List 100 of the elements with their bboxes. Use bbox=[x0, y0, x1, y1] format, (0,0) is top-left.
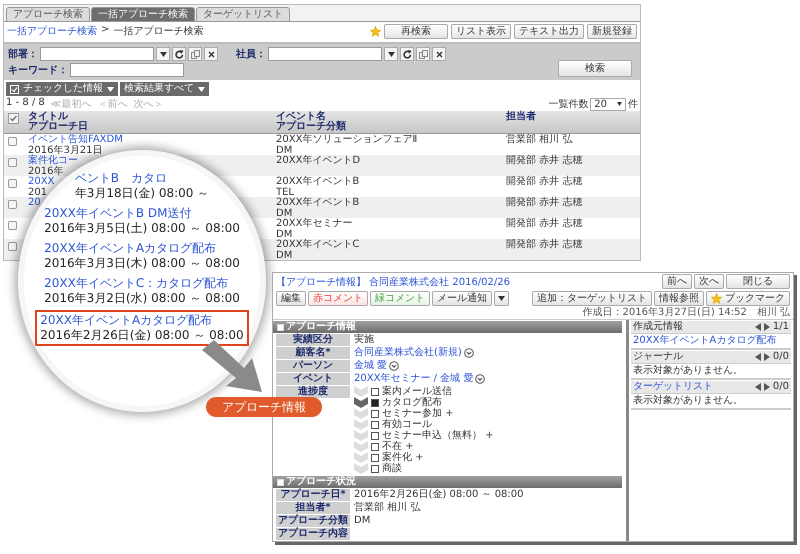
panel-title[interactable]: ターゲットリスト bbox=[633, 381, 713, 393]
select-all-checkbox[interactable] bbox=[8, 113, 19, 124]
toolbar-button[interactable]: 新規登録 bbox=[587, 24, 637, 39]
panel-title: 作成元情報 bbox=[633, 321, 683, 333]
filter-label: 部署： bbox=[8, 48, 38, 61]
copy-icon bbox=[418, 50, 428, 58]
chevron-icon bbox=[354, 452, 368, 463]
comment-button[interactable]: 赤コメント bbox=[308, 291, 368, 306]
star-icon[interactable] bbox=[370, 26, 381, 37]
title-link[interactable]: 20XX年イベントAカタログ配布 bbox=[44, 241, 216, 256]
record-title[interactable]: 【アプローチ情報】 合同産業株式会社 2016/02/26 bbox=[276, 274, 510, 288]
mail-button[interactable]: メール通知 bbox=[432, 291, 492, 306]
panel-title: ジャーナル bbox=[633, 351, 683, 363]
step-checkbox[interactable] bbox=[371, 442, 379, 450]
refresh-icon bbox=[402, 50, 412, 58]
panel-link[interactable]: 20XX年イベントAカタログ配布 bbox=[633, 335, 776, 346]
title-link[interactable]: 20XX年イベントAカタログ配布 bbox=[40, 313, 212, 328]
input-field[interactable] bbox=[268, 47, 382, 61]
title-link[interactable]: 20XX年イベントB DM送付 bbox=[44, 206, 192, 221]
menu-button[interactable]: チェックした情報 bbox=[6, 82, 118, 96]
expand-icon[interactable] bbox=[464, 348, 474, 358]
date-text: 2016年3月3日(木) 08:00 ～ 08:00 bbox=[44, 256, 240, 271]
filter-label: キーワード： bbox=[8, 64, 68, 77]
column-header: 担当者 bbox=[506, 112, 537, 122]
field-value: 営業部 相川 弘 bbox=[354, 502, 420, 514]
toolbar-button[interactable]: 追加：ターゲットリスト bbox=[532, 291, 652, 306]
field-link[interactable]: 20XX年セミナー / 金城 愛 bbox=[354, 373, 474, 385]
step-checkbox[interactable] bbox=[371, 410, 379, 418]
copy-icon bbox=[190, 50, 200, 58]
step-label: 案件化 + bbox=[382, 452, 424, 463]
bookmark-button[interactable]: ブックマーク bbox=[706, 291, 790, 306]
nav-button[interactable]: 前へ bbox=[662, 274, 692, 289]
dropdown-button[interactable] bbox=[384, 47, 398, 61]
refresh-button[interactable] bbox=[172, 47, 186, 61]
toolbar-button[interactable]: テキスト出力 bbox=[514, 24, 584, 39]
title-link[interactable]: 20XX bbox=[28, 176, 54, 187]
clear-button[interactable] bbox=[204, 47, 218, 61]
chevron-icon bbox=[354, 408, 368, 419]
input-field[interactable] bbox=[40, 47, 154, 61]
row-checkbox[interactable] bbox=[8, 158, 17, 167]
next-icon[interactable] bbox=[764, 323, 770, 331]
field-link[interactable]: 合同産業株式会社(新規) bbox=[354, 347, 462, 359]
toolbar-button[interactable]: リスト表示 bbox=[451, 24, 511, 39]
refresh-button[interactable] bbox=[400, 47, 414, 61]
step-label: 案内メール送信 bbox=[382, 386, 452, 397]
previous-icon[interactable] bbox=[754, 353, 761, 361]
previous-icon[interactable] bbox=[754, 323, 761, 331]
step-checkbox[interactable] bbox=[371, 454, 379, 462]
comment-button[interactable]: 緑コメント bbox=[370, 291, 430, 306]
toolbar-button[interactable]: 編集 bbox=[276, 291, 306, 306]
search-button[interactable]: 検索 bbox=[558, 60, 632, 77]
menu-button[interactable]: 検索結果すべて bbox=[120, 82, 209, 96]
row-checkbox[interactable] bbox=[8, 221, 17, 230]
date-text: 2016年2月26日(金) 08:00 ～ 08:00 bbox=[40, 328, 244, 343]
row-checkbox[interactable] bbox=[8, 179, 17, 188]
chevron-icon bbox=[354, 386, 368, 397]
title-link[interactable]: イベント告知FAXDM bbox=[28, 134, 123, 145]
caret-icon bbox=[388, 52, 394, 56]
step-label: 商談 bbox=[382, 463, 402, 474]
tab[interactable]: ターゲットリスト bbox=[196, 7, 290, 21]
nav-button[interactable]: 閉じる bbox=[726, 274, 790, 289]
field-label: アプローチ日* bbox=[276, 489, 350, 501]
step-checkbox[interactable] bbox=[371, 420, 379, 428]
dropdown-button[interactable] bbox=[494, 291, 509, 306]
title-link[interactable]: ベントB カタロ bbox=[74, 171, 167, 186]
field-label: パーソン bbox=[276, 360, 350, 372]
expand-icon[interactable] bbox=[475, 374, 486, 384]
row-checkbox[interactable] bbox=[8, 137, 17, 146]
caret-icon bbox=[198, 86, 205, 92]
tab[interactable]: 一括アプローチ検索 bbox=[91, 7, 195, 21]
title-link[interactable]: 案件化コー bbox=[28, 155, 78, 166]
step-checkbox[interactable] bbox=[371, 388, 379, 396]
page-size-select[interactable]: 20 bbox=[590, 98, 626, 110]
next-icon[interactable] bbox=[764, 383, 770, 391]
input-field[interactable] bbox=[70, 63, 184, 77]
title-link[interactable]: 20XX年イベントC：カタログ配布 bbox=[44, 276, 228, 291]
step-checkbox[interactable] bbox=[371, 398, 379, 406]
caret-icon bbox=[107, 86, 114, 92]
row-checkbox[interactable] bbox=[8, 242, 17, 251]
panel-text: 表示対象がありません。 bbox=[633, 395, 743, 406]
breadcrumb-link[interactable]: 一括アプローチ検索 bbox=[7, 24, 97, 38]
dropdown-button[interactable] bbox=[156, 47, 170, 61]
step-checkbox[interactable] bbox=[371, 464, 379, 472]
field-link[interactable]: 金城 愛 bbox=[354, 360, 388, 372]
tab[interactable]: アプローチ検索 bbox=[6, 7, 90, 21]
date-text: 2016年 bbox=[28, 166, 64, 177]
step-checkbox[interactable] bbox=[371, 432, 379, 440]
next-icon[interactable] bbox=[764, 353, 770, 361]
nav-button[interactable]: 次へ bbox=[694, 274, 724, 289]
row-checkbox[interactable] bbox=[8, 200, 17, 209]
owner-name: 開発部 赤井 志穂 bbox=[506, 197, 582, 208]
toolbar-button[interactable]: 再検索 bbox=[384, 24, 448, 39]
clear-button[interactable] bbox=[432, 47, 446, 61]
title-link[interactable]: 20 bbox=[28, 197, 41, 208]
expand-icon[interactable] bbox=[389, 361, 400, 371]
previous-icon[interactable] bbox=[754, 383, 761, 391]
toolbar-button[interactable]: 情報参照 bbox=[654, 291, 704, 306]
caret-icon bbox=[498, 296, 505, 301]
square-icon bbox=[277, 324, 284, 330]
date-text: 2016年3月2日(水) 08:00 ～ 08:00 bbox=[44, 291, 240, 306]
